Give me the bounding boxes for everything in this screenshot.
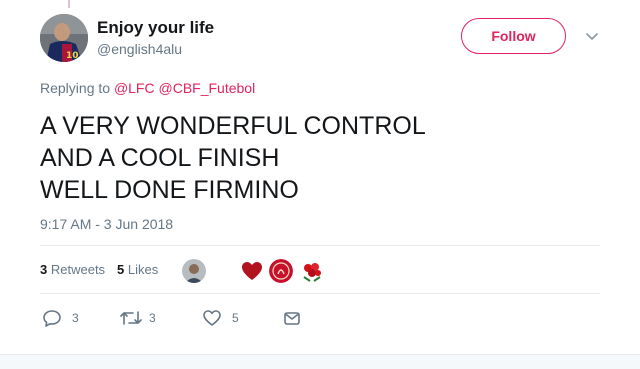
retweets-stat[interactable]: 3 Retweets [40,262,105,277]
author-name[interactable]: Enjoy your life [97,18,214,38]
svg-text:10: 10 [66,51,79,61]
replying-prefix: Replying to [40,80,111,96]
like-count: 5 [232,311,239,325]
replying-to: Replying to @LFC @CBF_Futebol [40,80,255,96]
retweet-button[interactable]: 3 [119,306,167,330]
tweet-actions: 3 3 5 [40,306,600,330]
message-icon [284,312,300,325]
author-handle[interactable]: @english4alu [97,41,182,57]
like-icon [203,310,221,326]
divider [40,245,600,246]
tweet-stats: 3 Retweets 5 Likes [40,256,600,286]
tweet-text-line: WELL DONE FIRMINO [40,176,299,204]
like-button[interactable]: 5 [202,306,250,330]
tweet-text-line: A VERY WONDERFUL CONTROL [40,112,426,140]
timeline-footer [0,354,640,369]
chevron-down-icon[interactable] [584,28,600,44]
retweets-count: 3 [40,262,48,277]
likes-label: Likes [127,262,159,277]
retweet-icon [120,311,142,325]
retweet-count: 3 [149,311,156,325]
reply-icon [43,310,61,327]
tweet-header: 10 Enjoy your life @english4alu Follow [40,14,620,64]
retweets-label: Retweets [50,262,106,277]
liker-avatar[interactable] [300,259,324,283]
liker-avatar[interactable] [269,259,293,283]
liker-avatar[interactable] [182,259,206,283]
direct-message-button[interactable] [282,306,306,330]
mention-lfc[interactable]: @LFC [114,80,155,96]
thread-line [68,0,70,8]
reply-count: 3 [72,311,79,325]
tweet-text: A VERY WONDERFUL CONTROL AND A COOL FINI… [40,110,600,206]
tweet-timestamp[interactable]: 9:17 AM - 3 Jun 2018 [40,216,173,232]
divider [40,293,600,294]
author-avatar[interactable]: 10 [40,14,88,62]
likes-stat[interactable]: 5 Likes [117,262,158,277]
mention-cbf-futebol[interactable]: @CBF_Futebol [159,80,256,96]
liker-avatar[interactable] [240,259,264,283]
tweet-text-line: AND A COOL FINISH [40,144,280,172]
follow-button[interactable]: Follow [461,18,566,54]
reply-button[interactable]: 3 [42,306,90,330]
likes-count: 5 [117,262,125,277]
